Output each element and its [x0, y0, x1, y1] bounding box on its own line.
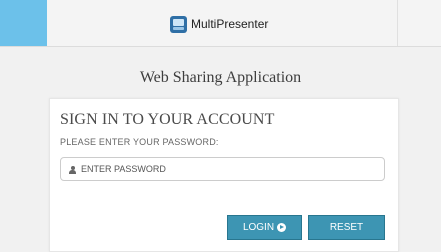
reset-button-label: RESET — [329, 222, 364, 233]
top-bar-divider — [397, 0, 398, 46]
login-button[interactable]: LOGIN — [227, 215, 302, 240]
login-card: SIGN IN TO YOUR ACCOUNT PLEASE ENTER YOU… — [49, 98, 399, 252]
multipresenter-logo-icon — [170, 15, 187, 33]
login-title: SIGN IN TO YOUR ACCOUNT — [60, 111, 275, 128]
reset-button[interactable]: RESET — [308, 215, 385, 240]
app-title: Web Sharing Application — [139, 69, 302, 86]
top-bar-accent — [0, 0, 47, 46]
top-bar: MultiPresenter — [0, 0, 441, 47]
login-button-label: LOGIN — [242, 222, 275, 233]
password-field[interactable] — [60, 157, 385, 181]
brand: MultiPresenter — [170, 14, 268, 34]
password-input[interactable] — [79, 158, 381, 180]
login-subtitle: PLEASE ENTER YOUR PASSWORD: — [60, 137, 219, 147]
user-icon — [69, 166, 76, 174]
brand-name: MultiPresenter — [191, 17, 269, 31]
arrow-circle-right-icon — [277, 223, 287, 232]
